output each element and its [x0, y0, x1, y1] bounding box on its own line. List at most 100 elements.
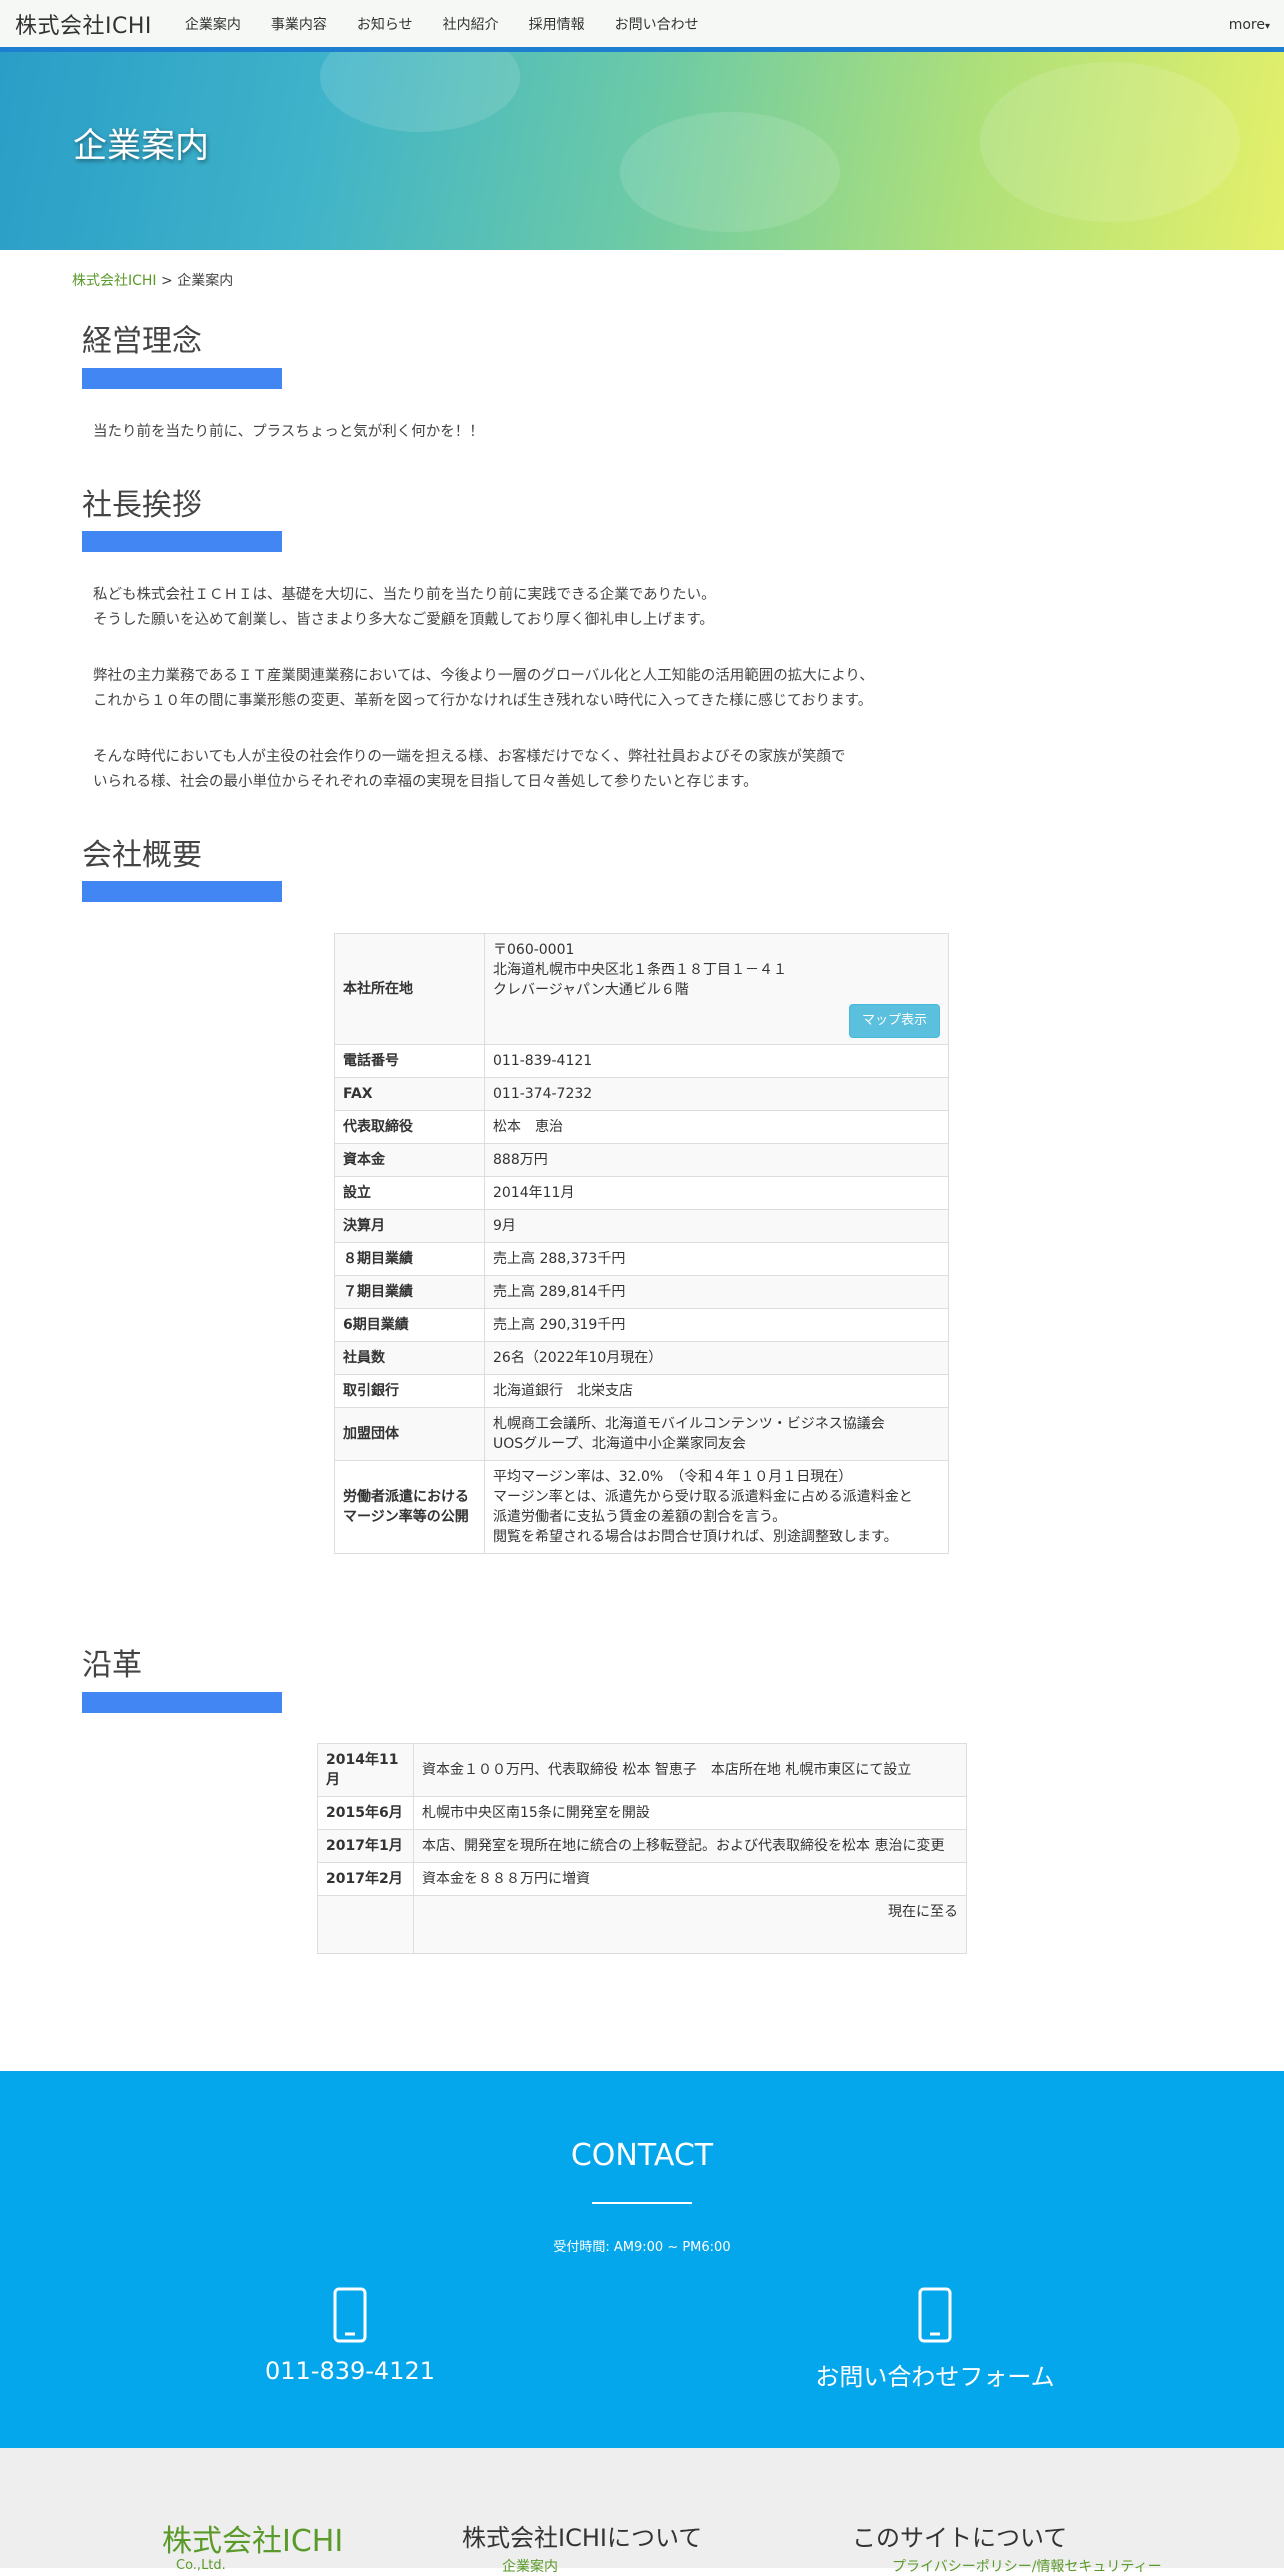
table-row: 取引銀行 北海道銀行 北栄支店	[334, 1374, 949, 1408]
hero-banner: 企業案内	[0, 52, 1284, 250]
contact-section: CONTACT 受付時間: AM9:00 ~ PM6:00 011-839-41…	[0, 2071, 1284, 2448]
breadcrumb: 株式会社ICHI > 企業案内	[72, 270, 233, 290]
leaf-decoration	[620, 112, 840, 232]
more-label: more	[1228, 17, 1265, 33]
row-value: 26名（2022年10月現在）	[484, 1341, 949, 1375]
nav-item-staff[interactable]: 社内紹介	[428, 14, 514, 34]
row-value: 011-374-7232	[484, 1077, 949, 1111]
row-value: 札幌市中央区南15条に開発室を開設	[413, 1796, 967, 1830]
page-title: 企業案内	[73, 126, 209, 166]
breadcrumb-current: 企業案内	[177, 273, 234, 289]
row-value: 資本金１００万円、代表取締役 松本 智恵子 本店所在地 札幌市東区にて設立	[413, 1743, 967, 1797]
nav-item-news[interactable]: お知らせ	[342, 14, 428, 34]
margin-line: 閲覧を希望される場合はお問合せ頂ければ、別途調整致します。	[493, 1529, 898, 1545]
contact-phone-link[interactable]: 011-839-4121	[150, 2357, 550, 2385]
table-row: 決算月 9月	[334, 1209, 949, 1243]
section-underline	[82, 531, 282, 552]
row-value: 資本金を８８８万円に増資	[413, 1862, 967, 1896]
mobile-icon	[835, 2287, 1035, 2356]
table-row: 労働者派遣における マージン率等の公開 平均マージン率は、32.0% （令和４年…	[334, 1460, 949, 1554]
section-underline	[82, 368, 282, 389]
row-value: 2014年11月	[484, 1176, 949, 1210]
greeting-line: そうした願いを込めて創業し、皆さまより多大なご愛顧を頂戴しており厚く御礼申し上げ…	[93, 612, 714, 628]
footer-privacy-link[interactable]: プライバシーポリシー/情報セキュリティー	[892, 2556, 1162, 2576]
philosophy-heading: 経営理念	[82, 324, 202, 359]
row-label: 電話番号	[334, 1044, 485, 1078]
row-value: 売上高 290,319千円	[484, 1308, 949, 1342]
more-dropdown[interactable]: more▾	[1229, 17, 1270, 33]
site-footer: 株式会社ICHI Co.,Ltd. 株式会社ICHIについて 企業案内 このサイ…	[0, 2448, 1284, 2575]
nav-item-company[interactable]: 企業案内	[170, 14, 256, 34]
address-cell: 〒060-0001 北海道札幌市中央区北１条西１８丁目１－４１ クレバージャパン…	[484, 933, 949, 1045]
margin-line: 派遣労働者に支払う賃金の差額の割合を言う。	[493, 1509, 787, 1525]
table-row: 2014年11月 資本金１００万円、代表取締役 松本 智恵子 本店所在地 札幌市東…	[317, 1743, 967, 1797]
breadcrumb-home-link[interactable]: 株式会社ICHI	[72, 273, 157, 289]
nav-item-contact[interactable]: お問い合わせ	[600, 14, 714, 34]
greeting-text: 私ども株式会社ＩＣＨＩは、基礎を大切に、当たり前を当たり前に実践できる企業であり…	[93, 583, 874, 795]
contact-form-link[interactable]: お問い合わせフォーム	[735, 2357, 1135, 2392]
table-row: 本社所在地 〒060-0001 北海道札幌市中央区北１条西１８丁目１－４１ クレ…	[334, 933, 949, 1045]
row-label: FAX	[334, 1077, 485, 1111]
group-line: UOSグループ、北海道中小企業家同友会	[493, 1436, 746, 1452]
footer-site-heading: このサイトについて	[852, 2524, 1068, 2552]
row-label: 代表取締役	[334, 1110, 485, 1144]
row-label: 2017年1月	[317, 1829, 414, 1863]
table-row: 2015年6月 札幌市中央区南15条に開発室を開設	[317, 1796, 967, 1830]
greeting-heading: 社長挨拶	[82, 488, 202, 523]
row-label: 6期目業績	[334, 1308, 485, 1342]
leaf-decoration	[980, 62, 1240, 222]
row-value: 9月	[484, 1209, 949, 1243]
row-label-empty	[317, 1895, 414, 1954]
contact-divider	[592, 2202, 692, 2204]
row-label: 2015年6月	[317, 1796, 414, 1830]
table-row: 社員数 26名（2022年10月現在）	[334, 1341, 949, 1375]
section-underline	[82, 1692, 282, 1713]
row-label: 本社所在地	[334, 933, 485, 1045]
greeting-line: 弊社の主力業務であるＩＴ産業関連業務においては、今後より一層のグローバル化と人工…	[93, 668, 874, 684]
footer-about-link[interactable]: 企業案内	[502, 2556, 558, 2576]
map-button[interactable]: マップ表示	[848, 1004, 940, 1038]
row-label: 取引銀行	[334, 1374, 485, 1408]
table-row: 2017年1月 本店、開発室を現所在地に統合の上移転登記。および代表取締役を松本 …	[317, 1829, 967, 1863]
table-row: 資本金 888万円	[334, 1143, 949, 1177]
row-value: 本店、開発室を現所在地に統合の上移転登記。および代表取締役を松本 恵治に変更	[413, 1829, 967, 1863]
table-row: 現在に至る	[317, 1895, 967, 1954]
map-button-wrap: マップ表示	[493, 1004, 940, 1038]
margin-line: マージン率とは、派遣先から受け取る派遣料金に占める派遣料金と	[493, 1489, 913, 1505]
top-navbar: 株式会社ICHI 企業案内 事業内容 お知らせ 社内紹介 採用情報 お問い合わせ…	[0, 0, 1284, 52]
margin-line: 平均マージン率は、32.0% （令和４年１０月１日現在）	[493, 1469, 853, 1485]
table-row: 電話番号 011-839-4121	[334, 1044, 949, 1078]
philosophy-text: 当たり前を当たり前に、プラスちょっと気が利く何かを！！	[93, 424, 484, 440]
group-line: 札幌商工会議所、北海道モバイルコンテンツ・ビジネス協議会	[493, 1416, 885, 1432]
brand-logo[interactable]: 株式会社ICHI	[15, 8, 152, 40]
row-label: 労働者派遣における マージン率等の公開	[334, 1460, 485, 1554]
footer-brand[interactable]: 株式会社ICHI	[162, 2516, 343, 2560]
contact-title: CONTACT	[570, 2138, 714, 2173]
company-overview-table: 本社所在地 〒060-0001 北海道札幌市中央区北１条西１８丁目１－４１ クレ…	[334, 933, 949, 1554]
table-row: 代表取締役 松本 恵治	[334, 1110, 949, 1144]
row-label: 資本金	[334, 1143, 485, 1177]
table-row: ８期目業績 売上高 288,373千円	[334, 1242, 949, 1276]
greeting-line: これから１０年の間に事業形態の変更、革新を図って行かなければ生き残れない時代に入…	[93, 693, 873, 709]
row-label: 2017年2月	[317, 1862, 414, 1896]
table-row: 2017年2月 資本金を８８８万円に増資	[317, 1862, 967, 1896]
nav-item-recruit[interactable]: 採用情報	[514, 14, 600, 34]
row-label: ８期目業績	[334, 1242, 485, 1276]
nav-item-business[interactable]: 事業内容	[256, 14, 342, 34]
leaf-decoration	[320, 52, 520, 132]
address-line: クレバージャパン大通ビル６階	[493, 982, 689, 998]
footer-about-heading: 株式会社ICHIについて	[462, 2524, 703, 2552]
table-row: 加盟団体 札幌商工会議所、北海道モバイルコンテンツ・ビジネス協議会 UOSグルー…	[334, 1407, 949, 1461]
row-value: 現在に至る	[413, 1895, 967, 1954]
greeting-line: 私ども株式会社ＩＣＨＩは、基礎を大切に、当たり前を当たり前に実践できる企業であり…	[93, 587, 716, 603]
table-row: 6期目業績 売上高 290,319千円	[334, 1308, 949, 1342]
history-heading: 沿革	[82, 1648, 142, 1683]
overview-heading: 会社概要	[82, 838, 202, 873]
address-line: 〒060-0001	[493, 942, 575, 958]
row-value: 松本 恵治	[484, 1110, 949, 1144]
row-value: 売上高 288,373千円	[484, 1242, 949, 1276]
row-value: 売上高 289,814千円	[484, 1275, 949, 1309]
row-label: 2014年11月	[317, 1743, 414, 1797]
